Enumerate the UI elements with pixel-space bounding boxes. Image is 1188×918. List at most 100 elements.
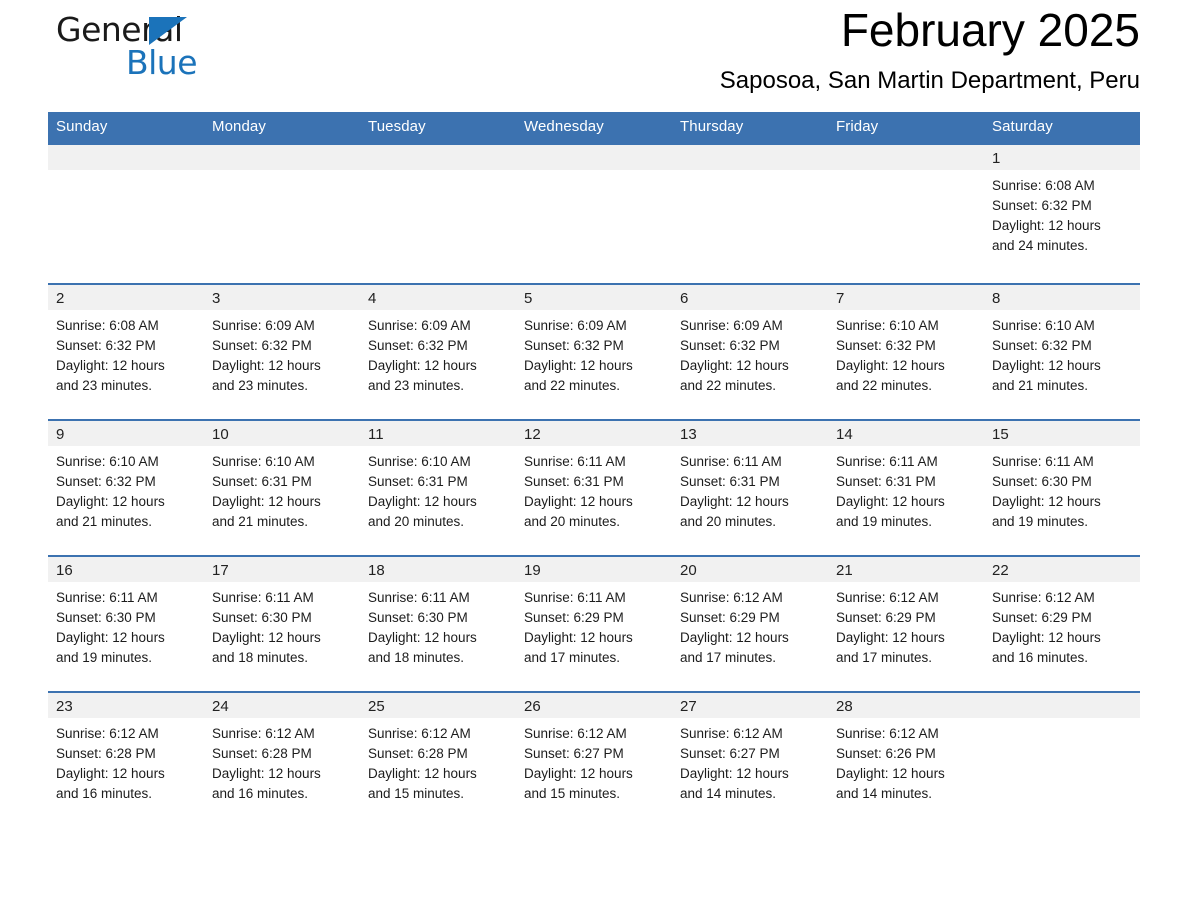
- daylight-text-line1: Daylight: 12 hours: [992, 218, 1101, 233]
- day-details: Sunrise: 6:10 AM Sunset: 6:31 PM Daylight:…: [204, 446, 360, 532]
- day-number: 17: [204, 557, 360, 582]
- day-cell-inner: 10 Sunrise: 6:10 AM Sunset: 6:31 PM Dayligh…: [204, 421, 360, 555]
- day-number: 1: [984, 145, 1140, 170]
- day-cell-inner: [672, 145, 828, 283]
- calendar-day-cell[interactable]: 4 Sunrise: 6:09 AM Sunset: 6:32 PM Daylight…: [360, 283, 516, 420]
- day-number: [672, 145, 828, 170]
- day-number: 4: [360, 285, 516, 310]
- daylight-text-line2: and 20 minutes.: [680, 514, 777, 529]
- daylight-text-line2: and 23 minutes.: [368, 378, 465, 393]
- calendar-day-cell[interactable]: 13 Sunrise: 6:11 AM Sunset: 6:31 PM Dayligh…: [672, 419, 828, 556]
- day-details: Sunrise: 6:11 AM Sunset: 6:30 PM Daylight:…: [48, 582, 204, 668]
- day-details: Sunrise: 6:11 AM Sunset: 6:30 PM Daylight:…: [360, 582, 516, 668]
- calendar-day-cell[interactable]: 17 Sunrise: 6:11 AM Sunset: 6:30 PM Dayligh…: [204, 555, 360, 692]
- day-cell-inner: 17 Sunrise: 6:11 AM Sunset: 6:30 PM Dayligh…: [204, 557, 360, 691]
- title-block: February 2025 Saposoa, San Martin Depart…: [720, 0, 1140, 98]
- day-cell-inner: [360, 145, 516, 283]
- generalblue-logo[interactable]: General Blue: [48, 12, 248, 84]
- day-cell-inner: 27 Sunrise: 6:12 AM Sunset: 6:27 PM Dayligh…: [672, 693, 828, 827]
- calendar-day-cell[interactable]: 24 Sunrise: 6:12 AM Sunset: 6:28 PM Dayligh…: [204, 691, 360, 827]
- calendar-day-cell[interactable]: 8 Sunrise: 6:10 AM Sunset: 6:32 PM Daylight…: [984, 283, 1140, 420]
- day-details: Sunrise: 6:12 AM Sunset: 6:29 PM Daylight:…: [828, 582, 984, 668]
- calendar-day-cell[interactable]: 27 Sunrise: 6:12 AM Sunset: 6:27 PM Dayligh…: [672, 691, 828, 827]
- daylight-text-line1: Daylight: 12 hours: [56, 358, 165, 373]
- daylight-text-line2: and 15 minutes.: [368, 786, 465, 801]
- sunset-text: Sunset: 6:30 PM: [368, 610, 468, 625]
- sunrise-text: Sunrise: 6:12 AM: [56, 726, 159, 741]
- sunrise-text: Sunrise: 6:10 AM: [836, 318, 939, 333]
- daylight-text-line2: and 17 minutes.: [524, 650, 621, 665]
- calendar-day-cell[interactable]: 14 Sunrise: 6:11 AM Sunset: 6:31 PM Dayligh…: [828, 419, 984, 556]
- calendar-day-cell[interactable]: 5 Sunrise: 6:09 AM Sunset: 6:32 PM Daylight…: [516, 283, 672, 420]
- day-number: 26: [516, 693, 672, 718]
- sunset-text: Sunset: 6:28 PM: [212, 746, 312, 761]
- calendar-day-cell[interactable]: 25 Sunrise: 6:12 AM Sunset: 6:28 PM Dayligh…: [360, 691, 516, 827]
- sunset-text: Sunset: 6:32 PM: [836, 338, 936, 353]
- weekday-header-sunday: Sunday: [48, 112, 204, 144]
- sunset-text: Sunset: 6:30 PM: [212, 610, 312, 625]
- daylight-text-line1: Daylight: 12 hours: [56, 494, 165, 509]
- day-cell-inner: 26 Sunrise: 6:12 AM Sunset: 6:27 PM Dayligh…: [516, 693, 672, 827]
- calendar-day-cell[interactable]: 18 Sunrise: 6:11 AM Sunset: 6:30 PM Dayligh…: [360, 555, 516, 692]
- sunrise-text: Sunrise: 6:11 AM: [992, 454, 1094, 469]
- calendar-week-row: 9 Sunrise: 6:10 AM Sunset: 6:32 PM Daylight…: [48, 419, 1140, 556]
- daylight-text-line2: and 22 minutes.: [680, 378, 777, 393]
- calendar-day-cell[interactable]: 15 Sunrise: 6:11 AM Sunset: 6:30 PM Dayligh…: [984, 419, 1140, 556]
- sunset-text: Sunset: 6:32 PM: [56, 474, 156, 489]
- daylight-text-line2: and 21 minutes.: [992, 378, 1089, 393]
- calendar-day-cell[interactable]: 22 Sunrise: 6:12 AM Sunset: 6:29 PM Dayligh…: [984, 555, 1140, 692]
- calendar-day-cell[interactable]: 12 Sunrise: 6:11 AM Sunset: 6:31 PM Dayligh…: [516, 419, 672, 556]
- daylight-text-line1: Daylight: 12 hours: [680, 358, 789, 373]
- calendar-day-cell[interactable]: 26 Sunrise: 6:12 AM Sunset: 6:27 PM Dayligh…: [516, 691, 672, 827]
- day-cell-inner: 12 Sunrise: 6:11 AM Sunset: 6:31 PM Dayligh…: [516, 421, 672, 555]
- sunrise-text: Sunrise: 6:10 AM: [56, 454, 159, 469]
- calendar-day-cell[interactable]: 19 Sunrise: 6:11 AM Sunset: 6:29 PM Dayligh…: [516, 555, 672, 692]
- daylight-text-line1: Daylight: 12 hours: [836, 630, 945, 645]
- daylight-text-line2: and 18 minutes.: [368, 650, 465, 665]
- sunset-text: Sunset: 6:27 PM: [524, 746, 624, 761]
- calendar-day-cell[interactable]: 6 Sunrise: 6:09 AM Sunset: 6:32 PM Daylight…: [672, 283, 828, 420]
- calendar-day-cell[interactable]: 3 Sunrise: 6:09 AM Sunset: 6:32 PM Daylight…: [204, 283, 360, 420]
- day-details: Sunrise: 6:11 AM Sunset: 6:31 PM Daylight:…: [828, 446, 984, 532]
- day-number: [204, 145, 360, 170]
- calendar-day-cell[interactable]: 2 Sunrise: 6:08 AM Sunset: 6:32 PM Daylight…: [48, 283, 204, 420]
- calendar-day-cell[interactable]: 23 Sunrise: 6:12 AM Sunset: 6:28 PM Dayligh…: [48, 691, 204, 827]
- calendar-day-cell[interactable]: 28 Sunrise: 6:12 AM Sunset: 6:26 PM Dayligh…: [828, 691, 984, 827]
- day-number: 19: [516, 557, 672, 582]
- day-cell-inner: 9 Sunrise: 6:10 AM Sunset: 6:32 PM Daylight…: [48, 421, 204, 555]
- calendar-day-cell[interactable]: 1 Sunrise: 6:08 AM Sunset: 6:32 PM Daylight…: [984, 143, 1140, 284]
- calendar-day-cell[interactable]: 11 Sunrise: 6:10 AM Sunset: 6:31 PM Dayligh…: [360, 419, 516, 556]
- sunrise-text: Sunrise: 6:12 AM: [992, 590, 1095, 605]
- sunset-text: Sunset: 6:28 PM: [368, 746, 468, 761]
- daylight-text-line1: Daylight: 12 hours: [992, 494, 1101, 509]
- daylight-text-line2: and 14 minutes.: [680, 786, 777, 801]
- day-cell-inner: 1 Sunrise: 6:08 AM Sunset: 6:32 PM Daylight…: [984, 145, 1140, 283]
- calendar-day-cell: [516, 143, 672, 284]
- day-number: [828, 145, 984, 170]
- sunrise-text: Sunrise: 6:11 AM: [836, 454, 938, 469]
- day-cell-inner: 8 Sunrise: 6:10 AM Sunset: 6:32 PM Daylight…: [984, 285, 1140, 419]
- daylight-text-line1: Daylight: 12 hours: [836, 358, 945, 373]
- sunrise-text: Sunrise: 6:10 AM: [368, 454, 471, 469]
- calendar-day-cell[interactable]: 20 Sunrise: 6:12 AM Sunset: 6:29 PM Dayligh…: [672, 555, 828, 692]
- calendar-day-cell[interactable]: 10 Sunrise: 6:10 AM Sunset: 6:31 PM Dayligh…: [204, 419, 360, 556]
- sunrise-text: Sunrise: 6:10 AM: [992, 318, 1095, 333]
- calendar-day-cell[interactable]: 16 Sunrise: 6:11 AM Sunset: 6:30 PM Dayligh…: [48, 555, 204, 692]
- daylight-text-line2: and 14 minutes.: [836, 786, 933, 801]
- daylight-text-line2: and 17 minutes.: [680, 650, 777, 665]
- day-details: Sunrise: 6:12 AM Sunset: 6:29 PM Daylight:…: [672, 582, 828, 668]
- calendar-day-cell[interactable]: 9 Sunrise: 6:10 AM Sunset: 6:32 PM Daylight…: [48, 419, 204, 556]
- daylight-text-line2: and 22 minutes.: [524, 378, 621, 393]
- day-number: 24: [204, 693, 360, 718]
- weekday-header-monday: Monday: [204, 112, 360, 144]
- calendar-day-cell[interactable]: 7 Sunrise: 6:10 AM Sunset: 6:32 PM Daylight…: [828, 283, 984, 420]
- day-number: 15: [984, 421, 1140, 446]
- calendar-day-cell[interactable]: 21 Sunrise: 6:12 AM Sunset: 6:29 PM Dayligh…: [828, 555, 984, 692]
- daylight-text-line1: Daylight: 12 hours: [680, 766, 789, 781]
- day-number: 13: [672, 421, 828, 446]
- sunrise-text: Sunrise: 6:11 AM: [524, 590, 626, 605]
- sunrise-text: Sunrise: 6:12 AM: [680, 590, 783, 605]
- sunset-text: Sunset: 6:32 PM: [524, 338, 624, 353]
- sunrise-text: Sunrise: 6:09 AM: [212, 318, 315, 333]
- day-details: Sunrise: 6:09 AM Sunset: 6:32 PM Daylight:…: [204, 310, 360, 396]
